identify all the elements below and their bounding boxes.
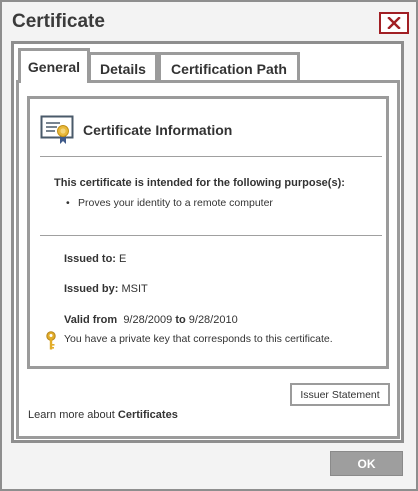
info-title: Certificate Information xyxy=(83,122,233,138)
learn-more-certificates-link[interactable]: Certificates xyxy=(118,409,178,421)
divider xyxy=(40,235,382,236)
issued-to-row: Issued to: E xyxy=(64,253,126,265)
issuer-statement-button[interactable]: Issuer Statement xyxy=(290,383,390,406)
close-x-icon xyxy=(387,17,401,29)
purpose-item: Proves your identity to a remote compute… xyxy=(78,197,273,209)
issued-by-value: MSIT xyxy=(121,283,148,295)
certificate-icon xyxy=(40,115,74,144)
valid-from-value: 9/28/2009 xyxy=(123,314,173,326)
divider xyxy=(40,156,382,157)
purpose-heading: This certificate is intended for the fol… xyxy=(54,177,345,189)
certificate-info-box: Certificate Information This certificate… xyxy=(27,96,389,369)
key-icon xyxy=(46,331,56,350)
close-button[interactable] xyxy=(379,12,409,34)
bullet: • xyxy=(66,197,70,209)
tab-details[interactable]: Details xyxy=(88,52,158,83)
issued-to-label: Issued to: xyxy=(64,253,116,265)
valid-to-value: 9/28/2010 xyxy=(188,314,238,326)
issued-to-value: E xyxy=(119,253,127,265)
ok-button[interactable]: OK xyxy=(330,451,403,476)
issued-by-label: Issued by: xyxy=(64,283,119,295)
issued-by-row: Issued by: MSIT xyxy=(64,283,148,295)
valid-to-label: to xyxy=(175,314,186,326)
tab-general[interactable]: General xyxy=(18,48,90,83)
private-key-note: You have a private key that corresponds … xyxy=(64,333,333,345)
tab-certification-path[interactable]: Certification Path xyxy=(158,52,300,83)
valid-from-label: Valid from xyxy=(64,314,118,326)
learn-more-prefix: Learn more about xyxy=(28,409,115,421)
learn-more: Learn more about Certificates xyxy=(28,409,178,421)
validity-row: Valid from 9/28/2009 to 9/28/2010 xyxy=(64,314,238,326)
dialog-title: Certificate xyxy=(12,11,105,32)
